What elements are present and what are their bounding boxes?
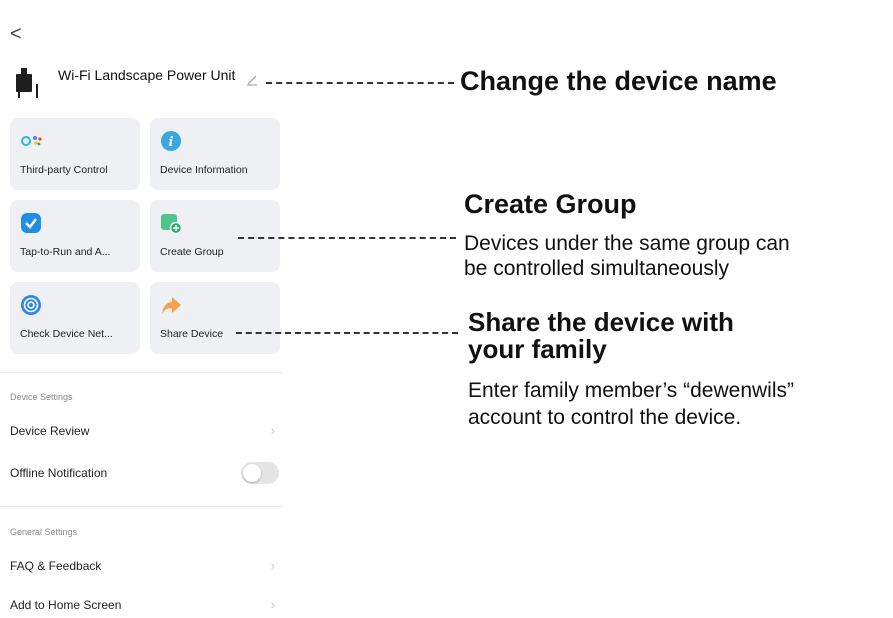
share-arrow-icon — [162, 297, 181, 314]
offline-notification-row: Offline Notification — [0, 462, 283, 486]
chevron-right-icon: › — [270, 558, 275, 573]
annotation-share-title-line2: your family — [468, 334, 607, 364]
device-settings-panel: < Wi-Fi Landscape Power Unit Third-party… — [0, 0, 290, 612]
annotation-group-line2: be controlled simultaneously — [464, 257, 729, 280]
power-unit-icon — [16, 68, 38, 98]
annotation-group-line1: Devices under the same group can — [464, 232, 790, 255]
leader-line-group — [238, 237, 456, 239]
section-title-device-settings: Device Settings — [10, 392, 73, 402]
info-icon: i — [161, 131, 181, 151]
tile-device-information[interactable]: i Device Information — [150, 118, 280, 190]
tile-create-group[interactable]: Create Group — [150, 200, 280, 272]
annotation-share-title-line1: Share the device with — [468, 307, 734, 337]
add-group-icon — [161, 214, 182, 234]
add-to-home-screen-row[interactable]: Add to Home Screen › — [0, 594, 283, 618]
leader-line-share — [236, 332, 458, 334]
offline-notification-toggle[interactable] — [241, 462, 279, 484]
divider — [0, 372, 283, 373]
pencil-icon[interactable] — [246, 74, 258, 86]
tile-label: Create Group — [160, 246, 224, 258]
tile-share-device[interactable]: Share Device — [150, 282, 280, 354]
tile-label: Share Device — [160, 328, 224, 340]
annotation-share-line2: account to control the device. — [468, 406, 742, 429]
shield-check-icon — [21, 213, 41, 233]
row-label: FAQ & Feedback — [10, 559, 102, 573]
device-review-row[interactable]: Device Review › — [0, 420, 283, 444]
svg-text:i: i — [169, 135, 174, 150]
toggle-knob — [243, 464, 261, 482]
row-label: Add to Home Screen — [10, 598, 122, 612]
tile-label: Device Information — [160, 164, 248, 176]
tile-label: Third-party Control — [20, 164, 108, 176]
device-name: Wi-Fi Landscape Power Unit — [58, 67, 236, 83]
row-label: Offline Notification — [10, 466, 108, 480]
tile-label: Check Device Net... — [20, 328, 113, 340]
annotation-share-line1: Enter family member’s “dewenwils” — [468, 379, 794, 402]
row-label: Device Review — [10, 424, 90, 438]
annotation-rename-title: Change the device name — [460, 66, 777, 96]
leader-line-rename — [266, 82, 454, 84]
section-title-general-settings: General Settings — [10, 527, 78, 537]
back-button[interactable]: < — [10, 24, 22, 44]
network-icon — [21, 295, 41, 315]
tile-third-party-control[interactable]: Third-party Control — [10, 118, 140, 190]
annotation-group-title: Create Group — [464, 189, 637, 219]
faq-feedback-row[interactable]: FAQ & Feedback › — [0, 555, 283, 579]
tile-label: Tap-to-Run and A... — [20, 246, 111, 258]
assistant-icon — [21, 136, 42, 146]
tile-tap-to-run[interactable]: Tap-to-Run and A... — [10, 200, 140, 272]
chevron-right-icon: › — [270, 423, 275, 438]
chevron-right-icon: › — [270, 597, 275, 612]
divider — [0, 506, 283, 507]
tile-check-device-network[interactable]: Check Device Net... — [10, 282, 140, 354]
